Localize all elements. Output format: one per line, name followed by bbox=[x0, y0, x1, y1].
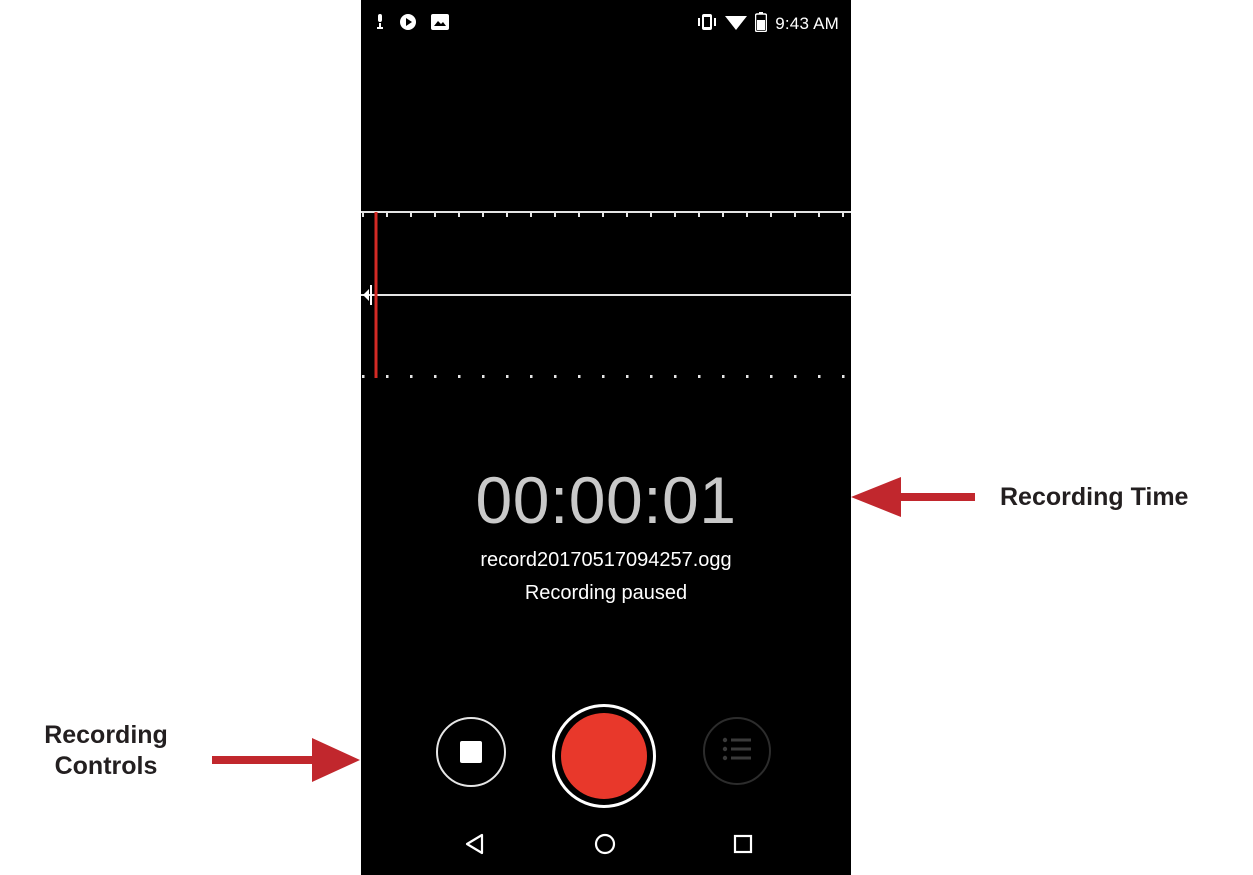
image-notification-icon bbox=[431, 13, 449, 35]
bottom-time-dot bbox=[650, 375, 653, 378]
top-axis-tick bbox=[746, 212, 748, 217]
top-axis bbox=[361, 211, 851, 217]
bottom-time-dot bbox=[746, 375, 749, 378]
top-axis-tick bbox=[554, 212, 556, 217]
home-button[interactable] bbox=[589, 830, 621, 862]
bottom-time-dot bbox=[698, 375, 701, 378]
top-axis-tick bbox=[674, 212, 676, 217]
bottom-time-dot bbox=[818, 375, 821, 378]
status-bar: 9:43 AM bbox=[361, 0, 851, 50]
recording-controls-label: Recording Controls bbox=[18, 720, 194, 782]
bottom-time-dot bbox=[410, 375, 413, 378]
back-button[interactable] bbox=[459, 830, 491, 862]
record-button[interactable] bbox=[552, 704, 656, 808]
recording-time-arrow bbox=[851, 477, 975, 517]
bottom-time-dot bbox=[674, 375, 677, 378]
top-axis-tick bbox=[626, 212, 628, 217]
waveform-view[interactable] bbox=[361, 205, 851, 385]
bottom-time-dots bbox=[362, 375, 845, 378]
system-icons: 9:43 AM bbox=[697, 11, 839, 37]
top-axis-tick bbox=[842, 212, 844, 217]
bottom-time-dot bbox=[794, 375, 797, 378]
stop-button[interactable] bbox=[436, 717, 506, 787]
top-axis-tick bbox=[434, 212, 436, 217]
top-axis-tick bbox=[722, 212, 724, 217]
bottom-time-dot bbox=[602, 375, 605, 378]
stop-icon bbox=[460, 741, 482, 763]
top-axis-tick bbox=[410, 212, 412, 217]
bottom-time-dot bbox=[770, 375, 773, 378]
bottom-time-dot bbox=[842, 375, 845, 378]
top-axis-tick bbox=[530, 212, 532, 217]
waveform-start-marker bbox=[363, 285, 372, 305]
battery-icon bbox=[754, 11, 768, 37]
phone-screen: 9:43 AM 00:00:01 record20170517094257.og… bbox=[361, 0, 851, 875]
bottom-time-dot bbox=[386, 375, 389, 378]
top-axis-tick bbox=[794, 212, 796, 217]
recents-square-icon bbox=[733, 834, 753, 859]
top-axis-tick bbox=[578, 212, 580, 217]
top-axis-tick bbox=[818, 212, 820, 217]
mic-notification-icon bbox=[375, 13, 385, 35]
top-axis-tick bbox=[602, 212, 604, 217]
list-icon bbox=[722, 736, 752, 767]
recording-controls-label-line1: Recording bbox=[44, 721, 168, 749]
record-icon bbox=[561, 713, 647, 799]
top-axis-tick bbox=[506, 212, 508, 217]
bottom-time-dot bbox=[722, 375, 725, 378]
home-circle-icon bbox=[594, 833, 616, 860]
navigation-bar bbox=[361, 818, 851, 875]
top-axis-tick bbox=[458, 212, 460, 217]
top-axis-tick bbox=[362, 212, 364, 217]
recording-controls-arrow bbox=[212, 738, 360, 782]
bottom-time-dot bbox=[434, 375, 437, 378]
bottom-time-dot bbox=[362, 375, 365, 378]
recents-button[interactable] bbox=[727, 830, 759, 862]
bottom-time-dot bbox=[458, 375, 461, 378]
recording-status: Recording paused bbox=[524, 582, 688, 604]
recording-time-label: Recording Time bbox=[1000, 483, 1189, 511]
recording-controls-label-line2: Controls bbox=[54, 752, 158, 780]
vibrate-icon bbox=[697, 13, 717, 36]
bottom-time-dot bbox=[626, 375, 629, 378]
recordings-list-button[interactable] bbox=[703, 717, 771, 785]
top-axis-tick bbox=[482, 212, 484, 217]
top-axis-tick bbox=[650, 212, 652, 217]
wifi-icon bbox=[725, 13, 748, 36]
top-axis-tick bbox=[698, 212, 700, 217]
bottom-time-dot bbox=[554, 375, 557, 378]
bottom-time-dot bbox=[578, 375, 581, 378]
clock-time: 9:43 AM bbox=[775, 14, 839, 33]
media-notification-icon bbox=[399, 13, 417, 36]
bottom-time-dot bbox=[506, 375, 509, 378]
elapsed-time-display: 00:00:01 bbox=[475, 463, 737, 537]
notification-icons bbox=[375, 13, 449, 36]
top-axis-tick bbox=[386, 212, 388, 217]
bottom-time-dot bbox=[530, 375, 533, 378]
figure-canvas: 9:43 AM 00:00:01 record20170517094257.og… bbox=[0, 0, 1253, 875]
bottom-time-dot bbox=[482, 375, 485, 378]
recording-file-name: record20170517094257.ogg bbox=[480, 549, 732, 571]
back-triangle-icon bbox=[465, 833, 485, 860]
top-axis-tick bbox=[770, 212, 772, 217]
